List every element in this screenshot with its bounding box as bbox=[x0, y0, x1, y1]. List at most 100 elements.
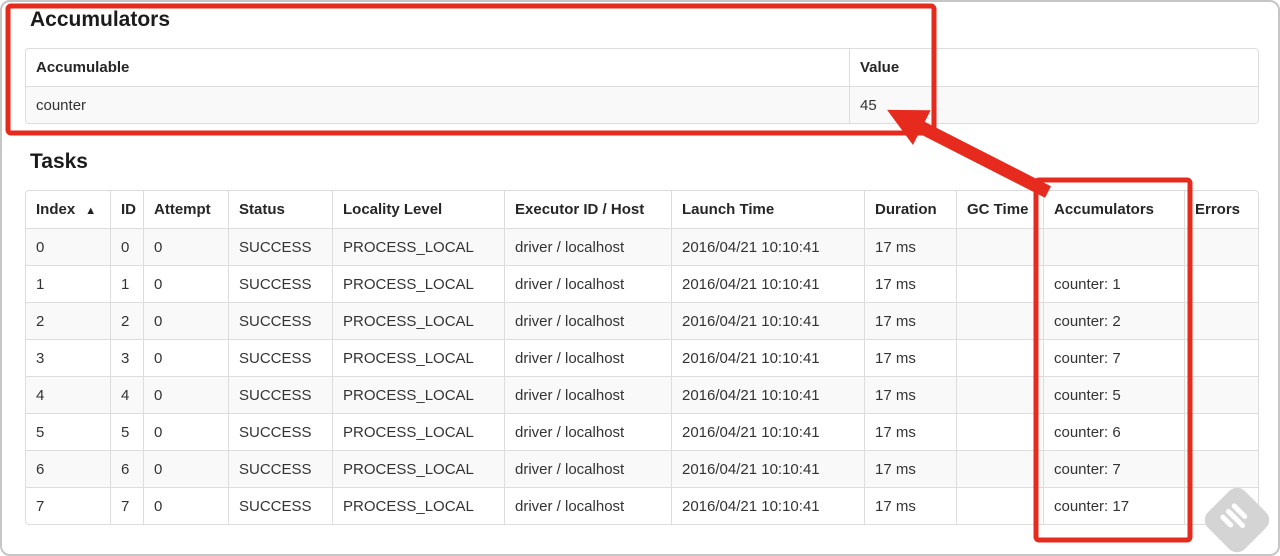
cell-attempt: 0 bbox=[143, 265, 228, 302]
cell-accumulators: counter: 17 bbox=[1043, 487, 1184, 524]
task-row: 4 4 0 SUCCESS PROCESS_LOCAL driver / localhos… bbox=[26, 376, 1258, 413]
cell-executor-id-host: driver / localhost bbox=[504, 265, 671, 302]
column-header-executor-id-host[interactable]: Executor ID / Host bbox=[504, 191, 671, 228]
cell-index: 4 bbox=[26, 376, 110, 413]
cell-status: SUCCESS bbox=[228, 302, 332, 339]
cell-status: SUCCESS bbox=[228, 228, 332, 265]
task-row: 2 2 0 SUCCESS PROCESS_LOCAL driver / localhos… bbox=[26, 302, 1258, 339]
cell-locality-level: PROCESS_LOCAL bbox=[332, 339, 504, 376]
cell-launch-time: 2016/04/21 10:10:41 bbox=[671, 265, 864, 302]
task-row: 0 0 0 SUCCESS PROCESS_LOCAL driver / localhos… bbox=[26, 228, 1258, 265]
cell-locality-level: PROCESS_LOCAL bbox=[332, 487, 504, 524]
accumulators-table: Accumulable Value counter 45 bbox=[25, 48, 1259, 124]
cell-id: 4 bbox=[110, 376, 143, 413]
cell-gc-time bbox=[956, 450, 1043, 487]
cell-status: SUCCESS bbox=[228, 450, 332, 487]
cell-id: 2 bbox=[110, 302, 143, 339]
cell-status: SUCCESS bbox=[228, 339, 332, 376]
cell-errors bbox=[1184, 450, 1258, 487]
cell-duration: 17 ms bbox=[864, 376, 956, 413]
cell-executor-id-host: driver / localhost bbox=[504, 228, 671, 265]
cell-gc-time bbox=[956, 339, 1043, 376]
cell-status: SUCCESS bbox=[228, 487, 332, 524]
cell-executor-id-host: driver / localhost bbox=[504, 302, 671, 339]
cell-duration: 17 ms bbox=[864, 228, 956, 265]
column-header-accumulable: Accumulable bbox=[36, 59, 130, 76]
tasks-table: Index ▲ ID Attempt Status Locality Level Execu… bbox=[25, 190, 1259, 525]
cell-accumulators bbox=[1043, 228, 1184, 265]
cell-index: 0 bbox=[26, 228, 110, 265]
cell-executor-id-host: driver / localhost bbox=[504, 339, 671, 376]
cell-launch-time: 2016/04/21 10:10:41 bbox=[671, 487, 864, 524]
accumulators-section-title: Accumulators bbox=[30, 8, 171, 31]
cell-status: SUCCESS bbox=[228, 265, 332, 302]
column-header-duration[interactable]: Duration bbox=[864, 191, 956, 228]
cell-accumulators: counter: 1 bbox=[1043, 265, 1184, 302]
cell-launch-time: 2016/04/21 10:10:41 bbox=[671, 339, 864, 376]
cell-attempt: 0 bbox=[143, 339, 228, 376]
cell-locality-level: PROCESS_LOCAL bbox=[332, 376, 504, 413]
cell-gc-time bbox=[956, 265, 1043, 302]
cell-executor-id-host: driver / localhost bbox=[504, 450, 671, 487]
cell-gc-time bbox=[956, 228, 1043, 265]
cell-index: 1 bbox=[26, 265, 110, 302]
cell-attempt: 0 bbox=[143, 487, 228, 524]
cell-launch-time: 2016/04/21 10:10:41 bbox=[671, 450, 864, 487]
cell-errors bbox=[1184, 265, 1258, 302]
column-header-launch-time[interactable]: Launch Time bbox=[671, 191, 864, 228]
cell-gc-time bbox=[956, 376, 1043, 413]
cell-id: 6 bbox=[110, 450, 143, 487]
task-row: 3 3 0 SUCCESS PROCESS_LOCAL driver / localhos… bbox=[26, 339, 1258, 376]
cell-accumulators: counter: 7 bbox=[1043, 450, 1184, 487]
sort-ascending-icon: ▲ bbox=[85, 205, 97, 217]
cell-errors bbox=[1184, 376, 1258, 413]
cell-value: 45 bbox=[849, 86, 1258, 123]
cell-attempt: 0 bbox=[143, 450, 228, 487]
cell-accumulators: counter: 6 bbox=[1043, 413, 1184, 450]
tasks-section-title: Tasks bbox=[30, 150, 88, 173]
cell-locality-level: PROCESS_LOCAL bbox=[332, 228, 504, 265]
tasks-table-header-row: Index ▲ ID Attempt Status Locality Level Execu… bbox=[26, 191, 1258, 228]
cell-executor-id-host: driver / localhost bbox=[504, 413, 671, 450]
cell-accumulators: counter: 5 bbox=[1043, 376, 1184, 413]
column-header-accumulators[interactable]: Accumulators bbox=[1043, 191, 1184, 228]
cell-duration: 17 ms bbox=[864, 487, 956, 524]
cell-index: 6 bbox=[26, 450, 110, 487]
column-header-index[interactable]: Index ▲ bbox=[26, 191, 110, 228]
cell-id: 5 bbox=[110, 413, 143, 450]
column-header-locality-level[interactable]: Locality Level bbox=[332, 191, 504, 228]
cell-attempt: 0 bbox=[143, 228, 228, 265]
column-header-errors[interactable]: Errors bbox=[1184, 191, 1258, 228]
cell-locality-level: PROCESS_LOCAL bbox=[332, 265, 504, 302]
cell-errors bbox=[1184, 413, 1258, 450]
cell-launch-time: 2016/04/21 10:10:41 bbox=[671, 228, 864, 265]
cell-id: 7 bbox=[110, 487, 143, 524]
cell-index: 5 bbox=[26, 413, 110, 450]
cell-gc-time bbox=[956, 413, 1043, 450]
accumulators-table-header-row: Accumulable Value bbox=[26, 49, 1258, 86]
cell-accumulators: counter: 7 bbox=[1043, 339, 1184, 376]
cell-status: SUCCESS bbox=[228, 376, 332, 413]
column-header-gc-time[interactable]: GC Time bbox=[956, 191, 1043, 228]
cell-locality-level: PROCESS_LOCAL bbox=[332, 413, 504, 450]
cell-duration: 17 ms bbox=[864, 450, 956, 487]
cell-id: 1 bbox=[110, 265, 143, 302]
task-row: 1 1 0 SUCCESS PROCESS_LOCAL driver / localhos… bbox=[26, 265, 1258, 302]
cell-attempt: 0 bbox=[143, 302, 228, 339]
cell-locality-level: PROCESS_LOCAL bbox=[332, 302, 504, 339]
cell-status: SUCCESS bbox=[228, 413, 332, 450]
cell-executor-id-host: driver / localhost bbox=[504, 487, 671, 524]
column-header-status[interactable]: Status bbox=[228, 191, 332, 228]
cell-errors bbox=[1184, 228, 1258, 265]
cell-executor-id-host: driver / localhost bbox=[504, 376, 671, 413]
column-header-value: Value bbox=[849, 49, 1258, 86]
cell-index: 2 bbox=[26, 302, 110, 339]
column-header-id[interactable]: ID bbox=[110, 191, 143, 228]
task-row: 7 7 0 SUCCESS PROCESS_LOCAL driver / localhos… bbox=[26, 487, 1258, 524]
cell-launch-time: 2016/04/21 10:10:41 bbox=[671, 302, 864, 339]
cell-id: 0 bbox=[110, 228, 143, 265]
cell-accumulators: counter: 2 bbox=[1043, 302, 1184, 339]
column-header-attempt[interactable]: Attempt bbox=[143, 191, 228, 228]
task-row: 5 5 0 SUCCESS PROCESS_LOCAL driver / localhos… bbox=[26, 413, 1258, 450]
cell-gc-time bbox=[956, 302, 1043, 339]
